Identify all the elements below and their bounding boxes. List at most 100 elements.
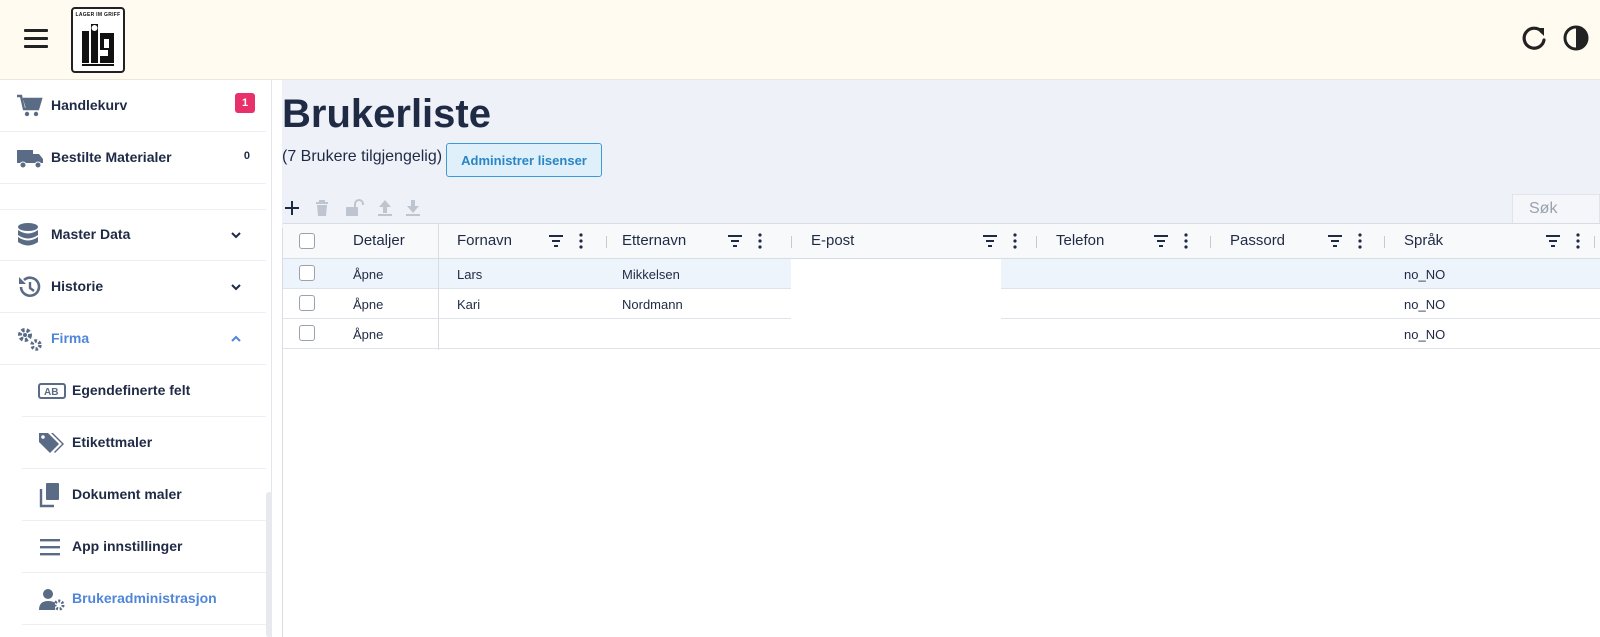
sidebar-item-label: App innstillinger: [72, 538, 183, 554]
language-cell: no_NO: [1404, 327, 1446, 342]
column-separator[interactable]: [1036, 236, 1037, 248]
cart-count-badge: 1: [235, 93, 255, 113]
filter-icon[interactable]: [983, 235, 997, 247]
column-header-label: Fornavn: [457, 232, 513, 249]
row-checkbox[interactable]: [299, 325, 315, 341]
first-name-cell: Lars: [457, 267, 483, 282]
logo-text: LAGER IM GRIFF: [75, 12, 121, 18]
column-header-label: Språk: [1404, 232, 1444, 249]
column-header-label: E-post: [811, 232, 855, 249]
sidebar-item-historie[interactable]: Historie: [0, 261, 266, 313]
column-header-passord[interactable]: Passord: [1230, 224, 1380, 258]
gears-icon: [18, 328, 42, 351]
main-content: Brukerliste (7 Brukere tilgjengelig) Adm…: [282, 80, 1600, 637]
ordered-count-badge: 0: [243, 150, 250, 162]
row-checkbox[interactable]: [299, 295, 315, 311]
details-link[interactable]: Åpne: [353, 267, 383, 282]
details-link[interactable]: Åpne: [353, 327, 383, 342]
delete-icon[interactable]: [312, 198, 332, 218]
column-menu-icon[interactable]: [758, 233, 762, 249]
user-count-text: (7 Brukere tilgjengelig): [282, 148, 443, 165]
sidebar-scrollbar[interactable]: [266, 492, 272, 637]
filter-icon[interactable]: [728, 235, 742, 247]
chevron-down-icon: [231, 284, 241, 291]
select-all-checkbox[interactable]: [299, 233, 315, 249]
filter-icon[interactable]: [549, 235, 563, 247]
sidebar-item-handlekurv[interactable]: Handlekurv 1: [0, 80, 266, 132]
sidebar-item-label: Bestilte Materialer: [51, 149, 172, 165]
sidebar-item-firma[interactable]: Firma: [0, 313, 266, 365]
app-logo[interactable]: LAGER IM GRIFF: [71, 7, 125, 73]
sidebar-item-label: Master Data: [51, 226, 131, 242]
filter-icon[interactable]: [1154, 235, 1168, 247]
search-input[interactable]: Søk: [1512, 194, 1600, 224]
add-icon[interactable]: [282, 198, 302, 218]
list-icon: [40, 539, 60, 556]
sidebar: Handlekurv 1 Bestilte Materialer 0 Maste…: [0, 80, 272, 637]
column-header-sprak[interactable]: Språk: [1404, 224, 1584, 258]
filter-icon[interactable]: [1328, 235, 1342, 247]
column-header-epost[interactable]: E-post: [811, 224, 1031, 258]
database-icon: [18, 223, 38, 246]
column-header-label: Telefon: [1056, 232, 1105, 249]
contrast-icon[interactable]: [1562, 24, 1590, 52]
column-header-label: Detaljer: [353, 232, 405, 249]
unlock-icon[interactable]: [344, 198, 364, 218]
sidebar-item-etikettmaler[interactable]: Etikettmaler: [22, 417, 266, 469]
column-menu-icon[interactable]: [1013, 233, 1017, 249]
last-name-cell: Nordmann: [622, 297, 683, 312]
column-separator[interactable]: [791, 236, 792, 248]
user-grid: Detaljer Fornavn Etternavn E-post Telefo…: [282, 223, 1600, 637]
details-link[interactable]: Åpne: [353, 297, 383, 312]
cart-icon: [17, 94, 43, 117]
language-cell: no_NO: [1404, 297, 1446, 312]
page-header: Brukerliste (7 Brukere tilgjengelig) Adm…: [282, 80, 1600, 228]
menu-icon[interactable]: [24, 29, 48, 51]
column-separator[interactable]: [1384, 236, 1385, 248]
sidebar-item-egendefinerte-felt[interactable]: AB Egendefinerte felt: [22, 365, 266, 417]
column-menu-icon[interactable]: [1184, 233, 1188, 249]
column-header-fornavn[interactable]: Fornavn: [457, 224, 597, 258]
logo-mark-icon: [82, 24, 114, 66]
column-header-telefon[interactable]: Telefon: [1056, 224, 1206, 258]
sidebar-item-brukeradministrasjon[interactable]: Brukeradministrasjon: [22, 573, 266, 625]
refresh-icon[interactable]: [1520, 24, 1548, 52]
user-gear-icon: [39, 589, 65, 611]
language-cell: no_NO: [1404, 267, 1446, 282]
column-menu-icon[interactable]: [579, 233, 583, 249]
grid-header: Detaljer Fornavn Etternavn E-post Telefo…: [283, 223, 1600, 259]
column-separator[interactable]: [1594, 236, 1595, 248]
column-header-detaljer[interactable]: Detaljer: [353, 224, 433, 258]
chevron-up-icon: [231, 335, 241, 342]
column-header-label: Passord: [1230, 232, 1286, 249]
sidebar-item-label: Brukeradministrasjon: [72, 590, 217, 606]
ab-field-icon: AB: [38, 383, 66, 399]
filter-icon[interactable]: [1546, 235, 1560, 247]
pinned-column-divider: [438, 223, 439, 350]
sidebar-item-master-data[interactable]: Master Data: [0, 209, 266, 261]
sidebar-item-label: Historie: [51, 278, 104, 294]
sidebar-item-label: Egendefinerte felt: [72, 382, 191, 398]
email-redaction: [791, 259, 1001, 347]
svg-text:AB: AB: [44, 387, 58, 398]
sidebar-item-label: Handlekurv: [51, 97, 128, 113]
column-separator[interactable]: [1210, 236, 1211, 248]
sidebar-item-label: Firma: [51, 330, 90, 346]
sidebar-item-app-innstillinger[interactable]: App innstillinger: [22, 521, 266, 573]
last-name-cell: Mikkelsen: [622, 267, 680, 282]
column-menu-icon[interactable]: [1576, 233, 1580, 249]
sidebar-spacer: [0, 184, 266, 210]
sidebar-item-dokument-maler[interactable]: Dokument maler: [22, 469, 266, 521]
manage-licenses-button[interactable]: Administrer lisenser: [446, 143, 602, 177]
sidebar-item-label: Etikettmaler: [72, 434, 153, 450]
first-name-cell: Kari: [457, 297, 481, 312]
column-header-etternavn[interactable]: Etternavn: [622, 224, 777, 258]
row-checkbox[interactable]: [299, 265, 315, 281]
column-separator[interactable]: [606, 236, 607, 248]
sidebar-item-bestilte-materialer[interactable]: Bestilte Materialer 0: [0, 132, 266, 184]
download-icon[interactable]: [403, 198, 423, 218]
upload-icon[interactable]: [375, 198, 395, 218]
column-header-label: Etternavn: [622, 232, 687, 249]
chevron-down-icon: [231, 232, 241, 239]
column-menu-icon[interactable]: [1358, 233, 1362, 249]
